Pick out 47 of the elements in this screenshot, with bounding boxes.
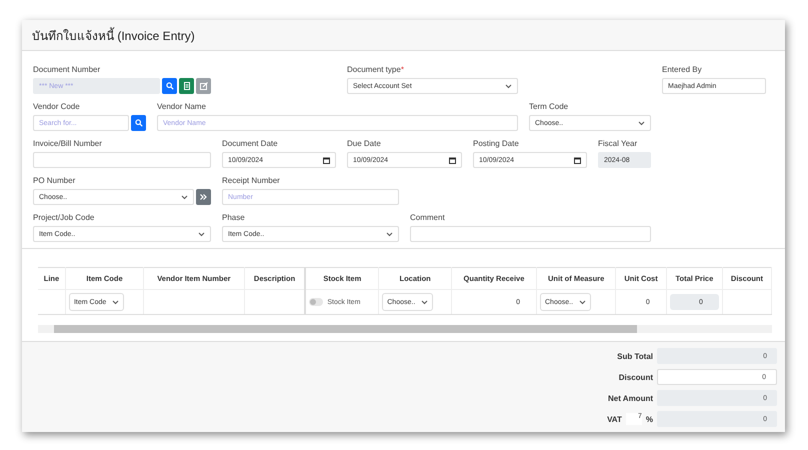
toggle-switch[interactable] — [309, 298, 324, 306]
window-title: บันทึกใบแจ้งหนี้ (Invoice Entry) — [32, 26, 195, 44]
field-label: Entered By — [662, 65, 703, 75]
double-chevron-icon — [200, 194, 207, 200]
field-label: Fiscal Year — [598, 139, 638, 149]
chevron-down-icon — [505, 84, 512, 88]
percent-label: % — [646, 414, 653, 424]
field-label: Document type* — [347, 65, 405, 75]
field-label: Vendor Name — [157, 102, 207, 112]
field-label: Document Number — [33, 65, 102, 75]
search-button[interactable] — [162, 78, 177, 94]
chevron-down-icon — [181, 194, 188, 200]
document-button[interactable] — [179, 78, 194, 94]
calendar-icon — [449, 156, 456, 164]
search-icon — [166, 82, 174, 90]
chevron-down-icon — [579, 300, 586, 304]
field-label: Invoice/Bill Number — [33, 139, 103, 149]
field-label: Receipt Number — [222, 176, 281, 186]
field-label: Vendor Code — [33, 102, 81, 112]
total-label: Discount — [618, 372, 653, 382]
field-label: Comment — [410, 213, 446, 223]
chevron-down-icon — [421, 300, 428, 304]
field-label: Due Date — [347, 139, 382, 149]
field-label: Term Code — [529, 102, 570, 112]
search-button[interactable] — [131, 115, 146, 131]
calendar-icon — [574, 156, 581, 164]
horizontal-scrollbar[interactable] — [38, 325, 772, 333]
input-field[interactable] — [410, 226, 651, 242]
edit-button[interactable] — [196, 78, 211, 94]
field-label: Phase — [222, 213, 246, 223]
calendar-icon — [323, 156, 330, 164]
chevron-down-icon — [386, 232, 393, 236]
total-label: Net Amount — [608, 394, 653, 402]
double-chevron-button[interactable] — [196, 189, 211, 205]
total-label: VAT — [607, 414, 622, 424]
chevron-down-icon — [198, 232, 205, 236]
chevron-down-icon — [112, 300, 120, 304]
field-label: Posting Date — [473, 139, 520, 149]
search-icon — [134, 119, 142, 127]
document-icon — [184, 82, 190, 90]
field-label: Project/Job Code — [33, 213, 96, 223]
field-label: Document Date — [222, 139, 279, 149]
input-field[interactable] — [33, 152, 211, 168]
edit-icon — [200, 82, 208, 90]
total-label: Sub Total — [617, 352, 653, 360]
chevron-down-icon — [638, 120, 645, 126]
field-label: PO Number — [33, 176, 76, 186]
